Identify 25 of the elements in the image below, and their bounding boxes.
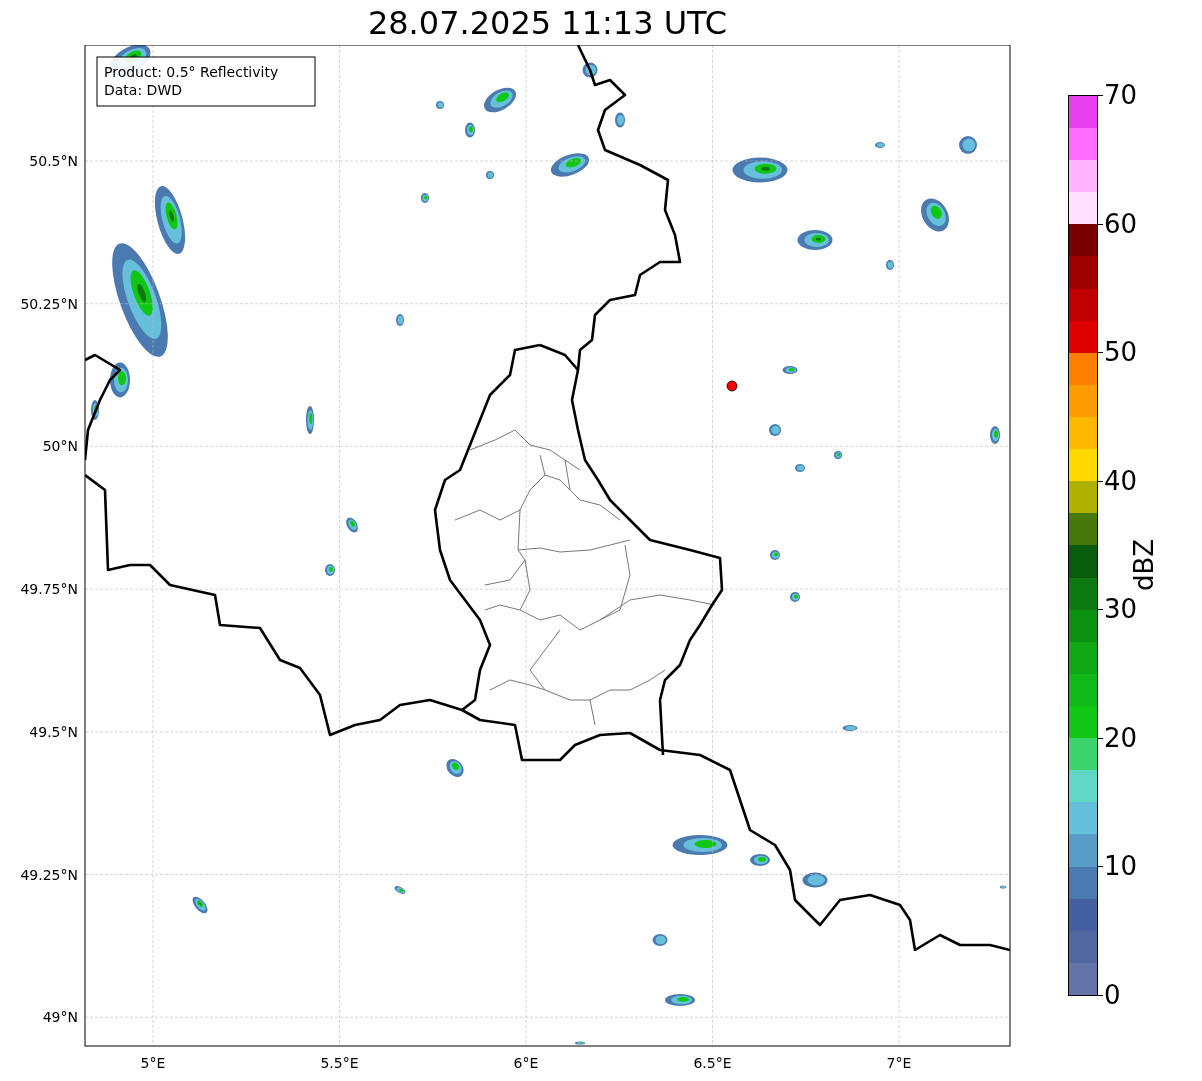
colorbar-label: dBZ <box>1129 538 1159 592</box>
latitude-label: 49.5°N <box>29 723 78 740</box>
colorbar-tick-label: 50 <box>1104 335 1138 369</box>
colorbar-tick-label: 10 <box>1104 850 1138 883</box>
colorbar-tick-label: 30 <box>1104 593 1138 626</box>
colorbar-tick-label: 0 <box>1104 978 1121 1012</box>
colorbar-tick-label: 40 <box>1104 464 1138 497</box>
latitude-label: 50.25°N <box>20 295 78 312</box>
colorbar-tick-label: 20 <box>1104 721 1138 755</box>
latitude-label: 50°N <box>42 438 78 455</box>
longitude-label: 6°E <box>513 1055 539 1071</box>
longitude-label: 6.5°E <box>693 1055 732 1071</box>
latitude-label: 49.75°N <box>20 581 78 598</box>
location-marker <box>726 380 738 392</box>
colorbar-tick-label: 70 <box>1104 78 1138 112</box>
latitude-label: 49.25°N <box>20 866 78 883</box>
legend-text: Data: DWD <box>104 82 182 98</box>
latitude-label: 49°N <box>42 1009 78 1026</box>
colorbar-tick-label: 60 <box>1104 207 1138 240</box>
longitude-label: 7°E <box>886 1055 912 1071</box>
chart-title: 28.07.2025 11:13 UTC <box>366 2 729 44</box>
longitude-label: 5°E <box>140 1055 166 1071</box>
longitude-label: 5.5°E <box>320 1055 359 1071</box>
legend-text: Product: 0.5° Reflectivity <box>104 64 279 80</box>
latitude-label: 50.5°N <box>29 153 78 169</box>
